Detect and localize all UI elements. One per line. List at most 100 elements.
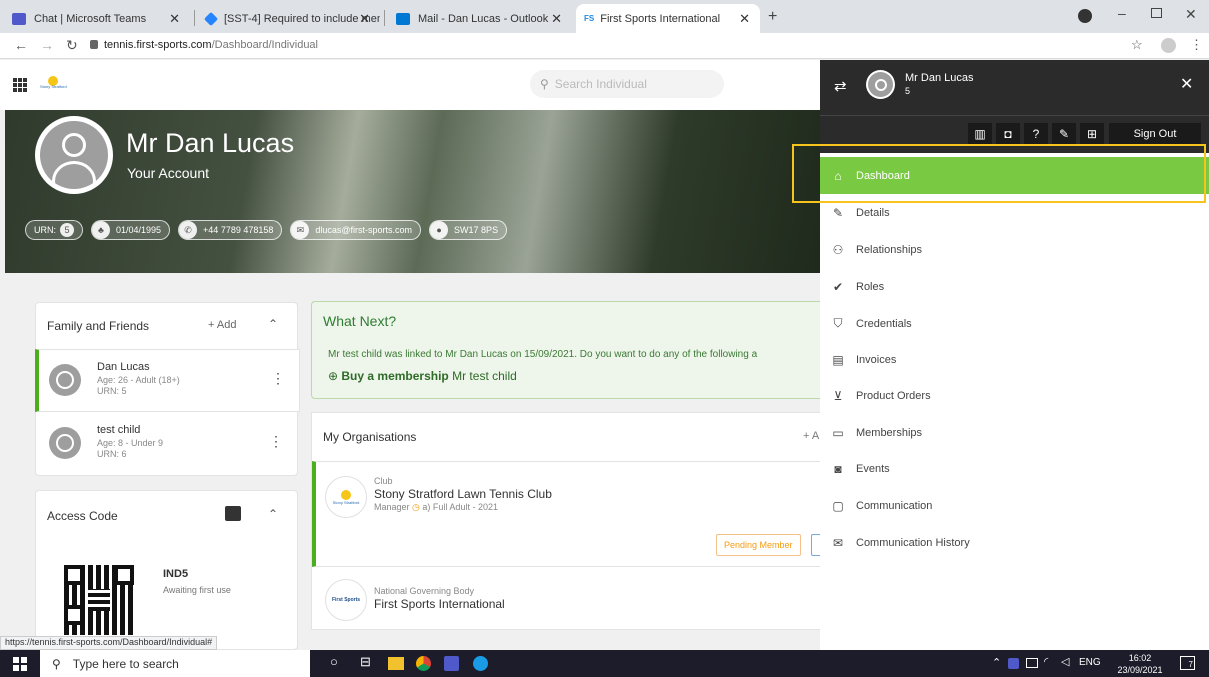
edit-icon[interactable]: ✎ [1052, 123, 1076, 145]
user-icon [49, 427, 81, 459]
menu-item-product-orders[interactable]: ⊻ Product Orders [820, 377, 1209, 414]
profile-hero: Mr Dan Lucas Your Account URN: 5 ♣ 01/04/1… [5, 110, 820, 273]
list-item[interactable]: Stony Stratford Club Stony Stratford Law… [312, 461, 820, 567]
list-item[interactable]: First Sports National Governing Body Fir… [312, 571, 820, 629]
lock-icon[interactable] [90, 40, 98, 49]
menu-item-roles[interactable]: ✔ Roles [820, 268, 1209, 305]
more-options-icon[interactable]: ⋮ [269, 433, 283, 450]
file-explorer-icon[interactable] [388, 657, 404, 670]
menu-item-communication-history[interactable]: ✉ Communication History [820, 524, 1209, 561]
teams-icon[interactable] [444, 656, 459, 671]
close-tab-icon[interactable]: ✕ [739, 11, 750, 27]
list-item[interactable]: test child Age: 8 - Under 9 URN: 6 ⋮ [36, 415, 299, 475]
print-icon[interactable] [225, 506, 241, 521]
taskbar: ⚲ Type here to search ○ ⊟ ⌃ ◜ ◁ ENG 16:0… [0, 650, 1209, 677]
speaker-icon[interactable]: ◁ [1061, 655, 1069, 668]
more-menu-icon[interactable]: ⋮ [1190, 37, 1203, 53]
tab-first-sports[interactable]: FS First Sports International ✕ [576, 4, 760, 33]
help-icon[interactable]: ? [1024, 123, 1048, 145]
close-tab-icon[interactable]: ✕ [169, 11, 180, 27]
app-header: Stony Stratford ⚲ Search Individual [0, 60, 820, 110]
menu-item-invoices[interactable]: ▤ Invoices [820, 341, 1209, 378]
close-menu-icon[interactable]: ✕ [1180, 74, 1193, 94]
access-code-status: Awaiting first use [163, 585, 231, 595]
menu-item-memberships[interactable]: ▭ Memberships [820, 414, 1209, 451]
grid-icon[interactable]: ⊞ [1080, 123, 1104, 145]
stats-icon[interactable]: ▥ [968, 123, 992, 145]
shield-icon: ⛉ [833, 316, 843, 330]
profile-name: Mr Dan Lucas [126, 128, 295, 158]
chrome-icon[interactable] [416, 656, 431, 671]
swap-arrows-icon[interactable]: ⇄ [834, 77, 847, 95]
buy-membership-link[interactable]: ⊕ Buy a membership Mr test child [328, 369, 517, 383]
dob-pill: ♣ 01/04/1995 [91, 220, 171, 240]
clock-icon: ◷ [412, 502, 420, 512]
sign-out-button[interactable]: Sign Out [1109, 123, 1201, 145]
organisations-title: My Organisations [323, 430, 417, 444]
email-pill[interactable]: ✉ dlucas@first-sports.com [290, 220, 422, 240]
taskbar-search-input[interactable]: ⚲ Type here to search [40, 650, 310, 677]
person-check-icon: ✔ [832, 279, 844, 294]
maximize-icon[interactable] [1151, 8, 1162, 18]
clock[interactable]: 16:02 23/09/2021 [1115, 652, 1165, 676]
url-field[interactable]: tennis.first-sports.com/Dashboard/Indivi… [104, 39, 318, 51]
tray-chevron-icon[interactable]: ⌃ [992, 656, 1001, 669]
org-action-button[interactable] [811, 534, 820, 556]
battery-icon[interactable] [1026, 658, 1038, 668]
profile-avatar[interactable] [35, 116, 113, 194]
back-icon[interactable]: ← [14, 37, 28, 53]
highlight-box [792, 144, 1206, 203]
family-title: Family and Friends [47, 319, 150, 333]
reload-icon[interactable]: ↻ [66, 37, 78, 54]
more-options-icon[interactable]: ⋮ [271, 370, 285, 387]
windows-start-icon[interactable] [13, 657, 27, 671]
tab-teams[interactable]: Chat | Microsoft Teams ✕ [4, 4, 190, 33]
club-logo[interactable]: Stony Stratford [40, 76, 67, 92]
menu-avatar[interactable] [866, 70, 895, 99]
close-tab-icon[interactable]: ✕ [359, 11, 370, 27]
language-indicator[interactable]: ENG [1079, 657, 1101, 668]
what-next-title: What Next? [323, 313, 397, 329]
star-icon[interactable]: ☆ [1131, 37, 1143, 53]
org-name: First Sports International [374, 597, 505, 611]
close-tab-icon[interactable]: ✕ [551, 11, 562, 27]
side-menu-header: ⇄ Mr Dan Lucas 5 ✕ ▥ ◘ ? ✎ ⊞ Sign Out [820, 60, 1209, 153]
family-card: Family and Friends + Add ⌃ Dan Lucas Age… [35, 302, 300, 476]
lock-icon[interactable]: ◘ [996, 123, 1020, 145]
new-tab-button[interactable]: + [768, 8, 777, 26]
browser-tab-bar: Chat | Microsoft Teams ✕ [SST-4] Require… [0, 0, 1209, 33]
account-icon[interactable] [1161, 38, 1176, 53]
menu-item-relationships[interactable]: ⚇ Relationships [820, 231, 1209, 268]
profile-icon[interactable] [1078, 9, 1092, 23]
monitor-icon: ▭ [832, 425, 844, 440]
access-code-title: Access Code [47, 509, 118, 523]
menu-item-communication[interactable]: ▢ Communication [820, 487, 1209, 524]
task-view-icon[interactable]: ⊟ [360, 654, 371, 670]
tab-outlook[interactable]: Mail - Dan Lucas - Outlook ✕ [388, 4, 572, 33]
notification-icon[interactable]: 7 [1180, 656, 1195, 670]
edge-icon[interactable] [473, 656, 488, 671]
forward-icon[interactable]: → [40, 37, 54, 53]
user-icon [49, 364, 81, 396]
collapse-chevron-icon[interactable]: ⌃ [268, 507, 278, 521]
status-badge[interactable]: Pending Member [716, 534, 801, 556]
what-next-text: Mr test child was linked to Mr Dan Lucas… [328, 349, 758, 360]
qr-code [64, 565, 134, 635]
wifi-icon[interactable]: ◜ [1044, 655, 1048, 668]
tray-teams-icon[interactable] [1008, 658, 1019, 669]
apps-grid-icon[interactable] [13, 78, 27, 92]
list-item[interactable]: Dan Lucas Age: 26 - Adult (18+) URN: 5 ⋮ [35, 349, 300, 412]
access-code-card: Access Code ⌃ IND5 Awaiting first use [35, 490, 298, 650]
add-organisation-button[interactable]: + A [803, 430, 819, 442]
phone-pill: ✆ +44 7789 478158 [178, 220, 283, 240]
cortana-icon[interactable]: ○ [330, 654, 338, 669]
menu-item-credentials[interactable]: ⛉ Credentials [820, 305, 1209, 342]
add-family-button[interactable]: + Add [208, 319, 236, 331]
tab-jira[interactable]: [SST-4] Required to include mem ✕ [198, 4, 380, 33]
collapse-chevron-icon[interactable]: ⌃ [268, 317, 278, 331]
window-close-icon[interactable]: ✕ [1185, 6, 1197, 23]
minimize-icon[interactable]: – [1118, 5, 1126, 21]
menu-user-name: Mr Dan Lucas [905, 72, 974, 84]
menu-item-events[interactable]: ◙ Events [820, 450, 1209, 487]
search-input[interactable]: ⚲ Search Individual [530, 70, 724, 98]
